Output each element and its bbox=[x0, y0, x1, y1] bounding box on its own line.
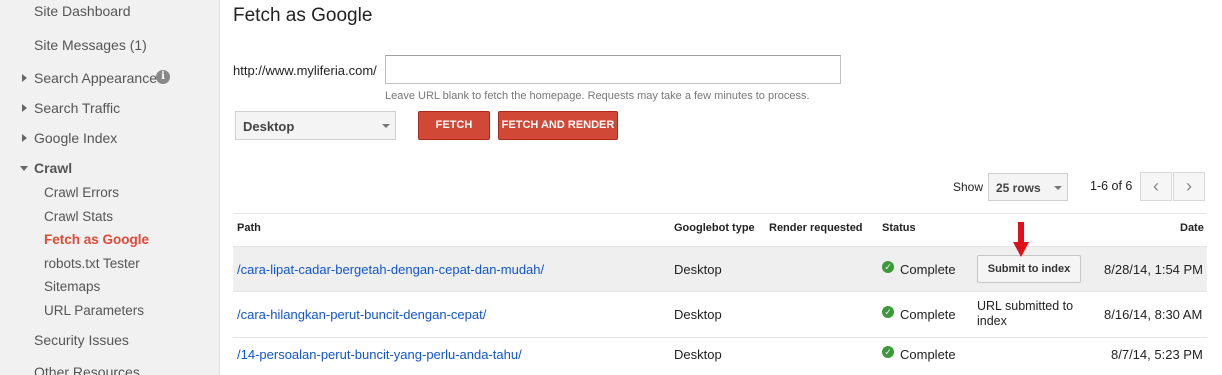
rows-per-page-value: 25 rows bbox=[996, 181, 1041, 195]
sidebar-item-crawl[interactable]: Crawl bbox=[34, 160, 72, 176]
sidebar-item-fetch-as-google[interactable]: Fetch as Google bbox=[44, 232, 149, 247]
info-icon[interactable]: i bbox=[156, 70, 170, 84]
page-title: Fetch as Google bbox=[233, 5, 373, 26]
expand-arrow-icon[interactable] bbox=[22, 74, 27, 82]
sidebar-item-robots-tester[interactable]: robots.txt Tester bbox=[44, 256, 140, 271]
column-header-status[interactable]: Status bbox=[882, 222, 916, 234]
fetch-button[interactable]: FETCH bbox=[418, 111, 490, 140]
path-link[interactable]: /14-persoalan-perut-buncit-yang-perlu-an… bbox=[237, 347, 522, 362]
column-header-path[interactable]: Path bbox=[237, 222, 261, 234]
next-page-button[interactable]: › bbox=[1173, 172, 1205, 201]
chevron-down-icon bbox=[382, 124, 390, 128]
submitted-note: URL submitted to index bbox=[977, 299, 1073, 329]
rows-per-page-select[interactable]: 25 rows bbox=[988, 173, 1068, 201]
check-icon: ✓ bbox=[882, 346, 894, 358]
sidebar-item-site-dashboard[interactable]: Site Dashboard bbox=[34, 3, 131, 19]
sidebar-item-google-index[interactable]: Google Index bbox=[34, 130, 117, 146]
date-cell: 8/28/14, 1:54 PM bbox=[1104, 262, 1204, 277]
submitted-note-line-2: index bbox=[977, 314, 1007, 328]
expand-arrow-icon[interactable] bbox=[22, 134, 27, 142]
expand-arrow-icon[interactable] bbox=[22, 104, 27, 112]
chevron-down-icon bbox=[1054, 186, 1062, 190]
sidebar-item-sitemaps[interactable]: Sitemaps bbox=[44, 279, 100, 294]
sidebar-item-security-issues[interactable]: Security Issues bbox=[34, 332, 129, 348]
googlebot-type: Desktop bbox=[674, 347, 722, 362]
googlebot-type: Desktop bbox=[674, 307, 722, 322]
collapse-arrow-icon[interactable] bbox=[20, 166, 28, 171]
device-select-value: Desktop bbox=[243, 119, 295, 134]
sidebar-item-crawl-stats[interactable]: Crawl Stats bbox=[44, 209, 113, 224]
googlebot-type: Desktop bbox=[674, 262, 722, 277]
path-link[interactable]: /cara-lipat-cadar-bergetah-dengan-cepat-… bbox=[237, 262, 544, 277]
table-top-divider bbox=[233, 213, 1207, 214]
sidebar: Site Dashboard Site Messages (1) Search … bbox=[0, 0, 220, 375]
column-header-googlebot-type[interactable]: Googlebot type bbox=[674, 222, 755, 234]
pagination-count: 1-6 of 6 bbox=[1090, 179, 1133, 193]
device-select[interactable]: Desktop bbox=[235, 111, 396, 140]
column-header-render-requested[interactable]: Render requested bbox=[769, 222, 863, 234]
url-prefix-label: http://www.myliferia.com/ bbox=[233, 63, 377, 78]
column-header-date[interactable]: Date bbox=[1180, 222, 1204, 234]
sidebar-item-crawl-errors[interactable]: Crawl Errors bbox=[44, 185, 119, 200]
check-icon: ✓ bbox=[882, 261, 894, 273]
sidebar-item-other-resources[interactable]: Other Resources bbox=[34, 364, 140, 375]
url-hint-text: Leave URL blank to fetch the homepage. R… bbox=[385, 90, 810, 102]
status-text: Complete bbox=[900, 307, 956, 322]
path-link[interactable]: /cara-hilangkan-perut-buncit-dengan-cepa… bbox=[237, 307, 486, 322]
url-input[interactable] bbox=[385, 55, 841, 84]
status-text: Complete bbox=[900, 347, 956, 362]
status-text: Complete bbox=[900, 262, 956, 277]
sidebar-item-search-appearance[interactable]: Search Appearance bbox=[34, 70, 157, 86]
sidebar-item-search-traffic[interactable]: Search Traffic bbox=[34, 100, 120, 116]
chevron-right-icon: › bbox=[1186, 176, 1192, 196]
date-cell: 8/16/14, 8:30 AM bbox=[1104, 307, 1203, 322]
fetch-and-render-button[interactable]: FETCH AND RENDER bbox=[498, 111, 618, 140]
sidebar-item-site-messages[interactable]: Site Messages (1) bbox=[34, 37, 147, 53]
red-arrow-annotation-icon bbox=[1013, 222, 1029, 257]
show-rows-label: Show bbox=[953, 180, 984, 194]
previous-page-button[interactable]: ‹ bbox=[1140, 172, 1172, 201]
date-cell: 8/7/14, 5:23 PM bbox=[1111, 347, 1203, 362]
submitted-note-line-1: URL submitted to bbox=[977, 299, 1074, 313]
submit-to-index-button[interactable]: Submit to index bbox=[977, 255, 1081, 283]
chevron-left-icon: ‹ bbox=[1153, 176, 1159, 196]
sidebar-item-url-parameters[interactable]: URL Parameters bbox=[44, 303, 144, 318]
check-icon: ✓ bbox=[882, 306, 894, 318]
